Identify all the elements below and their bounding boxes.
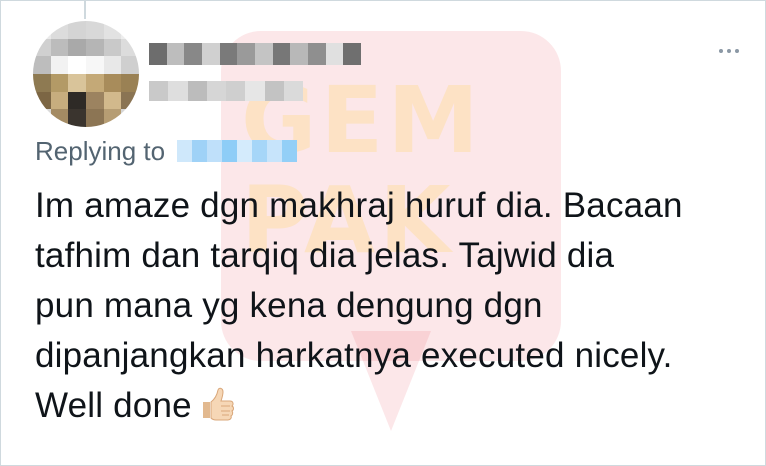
replying-to-line: Replying to xyxy=(35,134,298,168)
replied-user-link-redacted[interactable] xyxy=(177,140,298,162)
tweet-text-line: dipanjangkan harkatnya executed nicely. xyxy=(35,336,673,375)
more-dots-icon xyxy=(719,49,723,53)
tweet-text-final: Well done xyxy=(35,386,192,425)
thumbs-up-icon xyxy=(200,385,236,421)
display-name-redacted[interactable] xyxy=(149,43,362,65)
avatar[interactable] xyxy=(33,21,139,127)
tweet-card: GEM PAK Replying to Im amaze dgn makhraj… xyxy=(0,0,766,466)
tweet-text-line: tafhim dan tarqiq dia jelas. Tajwid dia xyxy=(35,236,615,275)
tweet-text-line: pun mana yg kena dengung dgn xyxy=(35,286,543,325)
thread-connector-line xyxy=(84,1,86,19)
replying-to-label: Replying to xyxy=(35,135,166,166)
tweet-text-line: Im amaze dgn makhraj huruf dia. Bacaan xyxy=(35,186,683,225)
username-redacted[interactable] xyxy=(149,81,303,101)
more-options-button[interactable] xyxy=(711,41,747,61)
tweet-body: Im amaze dgn makhraj huruf dia. Bacaan t… xyxy=(35,181,755,431)
tweet-text-line-last: Well done xyxy=(35,381,755,431)
